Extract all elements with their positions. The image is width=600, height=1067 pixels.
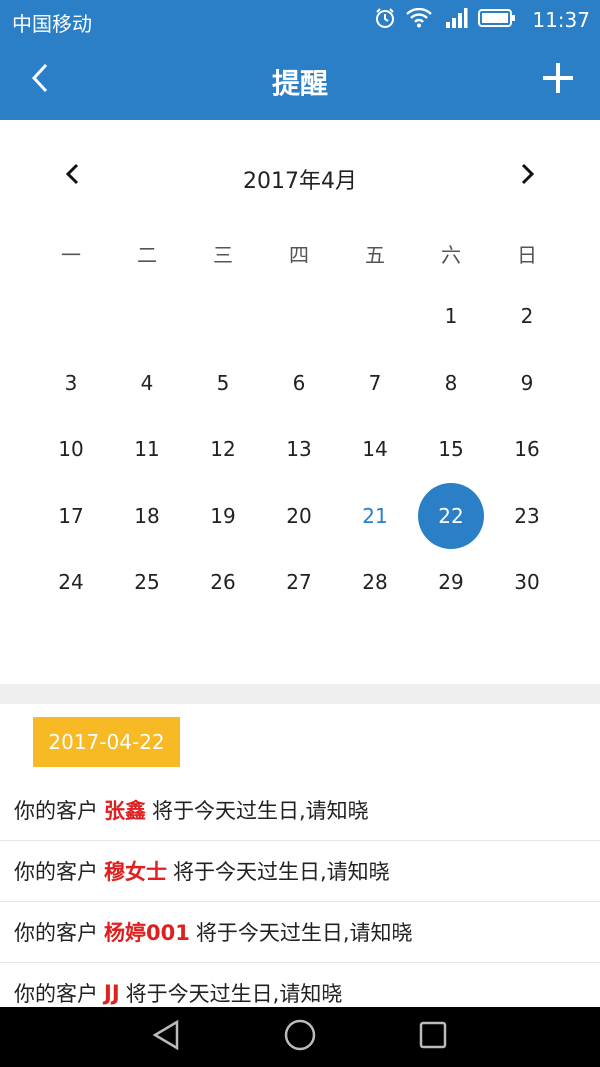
- calendar-day[interactable]: 11: [109, 416, 185, 483]
- calendar-day[interactable]: 2: [489, 283, 565, 350]
- weekday-label: 二: [137, 243, 157, 267]
- reminder-suffix: 将于今天过生日,请知晓: [195, 921, 413, 945]
- calendar-day[interactable]: 10: [33, 416, 109, 483]
- month-label: 2017年4月: [243, 169, 357, 194]
- status-icons: 11:37: [374, 7, 590, 33]
- date-badge: 2017-04-22: [33, 717, 180, 767]
- page-title: 提醒: [271, 67, 328, 100]
- calendar-header: 2017年4月: [0, 120, 600, 232]
- calendar-day[interactable]: 5: [185, 350, 261, 417]
- calendar-grid: 1 2 3 4 5 6 7 8 9 10 11 12 13 14 15 16 1…: [33, 283, 565, 616]
- battery-icon: [478, 8, 516, 32]
- reminder-item[interactable]: 你的客户 穆女士 将于今天过生日,请知晓: [0, 841, 600, 902]
- calendar-day-empty: [261, 283, 337, 350]
- chevron-right-icon: [521, 163, 535, 189]
- calendar-day[interactable]: 27: [261, 549, 337, 616]
- calendar-day[interactable]: 16: [489, 416, 565, 483]
- calendar-day-today[interactable]: 21: [337, 483, 413, 550]
- calendar-day[interactable]: 19: [185, 483, 261, 550]
- reminder-prefix: 你的客户: [14, 982, 98, 1006]
- calendar-day[interactable]: 8: [413, 350, 489, 417]
- reminder-prefix: 你的客户: [14, 860, 98, 884]
- wifi-icon: [406, 7, 433, 32]
- calendar-day[interactable]: 13: [261, 416, 337, 483]
- weekday-label: 五: [365, 243, 385, 267]
- calendar-day[interactable]: 7: [337, 350, 413, 417]
- calendar-day[interactable]: 24: [33, 549, 109, 616]
- reminder-suffix: 将于今天过生日,请知晓: [173, 860, 390, 884]
- reminder-suffix: 将于今天过生日,请知晓: [125, 982, 343, 1006]
- calendar-day-empty: [337, 283, 413, 350]
- add-button[interactable]: [534, 60, 582, 100]
- reminder-prefix: 你的客户: [14, 799, 98, 823]
- customer-name: 杨婷001: [104, 921, 190, 945]
- calendar: 2017年4月 一 二 三 四 五 六 日 1 2 3 4 5 6 7 8 9 …: [0, 120, 600, 684]
- triangle-back-icon: [151, 1019, 181, 1055]
- weekday-label: 日: [517, 243, 537, 267]
- nav-recents-button[interactable]: [413, 1019, 453, 1055]
- calendar-day[interactable]: 29: [413, 549, 489, 616]
- calendar-day-empty: [33, 283, 109, 350]
- calendar-week: 17 18 19 20 21 22 23: [33, 482, 565, 550]
- calendar-day[interactable]: 15: [413, 416, 489, 483]
- signal-icon: [442, 7, 468, 33]
- app-bar: 提醒: [0, 40, 600, 120]
- calendar-day[interactable]: 26: [185, 549, 261, 616]
- alarm-icon: [374, 7, 396, 33]
- calendar-day-selected[interactable]: 22: [413, 482, 489, 550]
- system-nav-bar: [0, 1007, 600, 1067]
- calendar-day[interactable]: 28: [337, 549, 413, 616]
- calendar-day[interactable]: 12: [185, 416, 261, 483]
- calendar-day[interactable]: 3: [33, 350, 109, 417]
- reminder-list: 你的客户 张鑫 将于今天过生日,请知晓 你的客户 穆女士 将于今天过生日,请知晓…: [0, 780, 600, 1024]
- reminder-prefix: 你的客户: [14, 921, 98, 945]
- calendar-day[interactable]: 9: [489, 350, 565, 417]
- weekday-label: 四: [289, 243, 309, 267]
- status-bar: 中国移动 11:37: [0, 0, 600, 40]
- calendar-day[interactable]: 23: [489, 483, 565, 550]
- calendar-day[interactable]: 25: [109, 549, 185, 616]
- calendar-day[interactable]: 30: [489, 549, 565, 616]
- customer-name: 张鑫: [104, 799, 146, 823]
- calendar-week: 24 25 26 27 28 29 30: [33, 549, 565, 616]
- add-icon: [541, 61, 575, 99]
- calendar-day[interactable]: 18: [109, 483, 185, 550]
- calendar-week: 3 4 5 6 7 8 9: [33, 350, 565, 417]
- calendar-day[interactable]: 6: [261, 350, 337, 417]
- calendar-week: 10 11 12 13 14 15 16: [33, 416, 565, 483]
- reminder-item[interactable]: 你的客户 杨婷001 将于今天过生日,请知晓: [0, 902, 600, 963]
- weekday-label: 一: [61, 243, 81, 267]
- weekday-label: 三: [213, 243, 233, 267]
- calendar-day[interactable]: 4: [109, 350, 185, 417]
- next-month-button[interactable]: [512, 158, 544, 194]
- calendar-day[interactable]: 17: [33, 483, 109, 550]
- calendar-day[interactable]: 20: [261, 483, 337, 550]
- customer-name: 穆女士: [104, 860, 167, 884]
- calendar-week: 1 2: [33, 283, 565, 350]
- calendar-day-empty: [109, 283, 185, 350]
- carrier-label: 中国移动: [12, 12, 92, 36]
- circle-home-icon: [283, 1018, 317, 1056]
- calendar-day-empty: [185, 283, 261, 350]
- calendar-day[interactable]: 1: [413, 283, 489, 350]
- nav-home-button[interactable]: [280, 1019, 320, 1055]
- clock: 11:37: [532, 8, 590, 32]
- square-recents-icon: [418, 1020, 448, 1054]
- calendar-day[interactable]: 14: [337, 416, 413, 483]
- section-divider: [0, 684, 600, 704]
- weekday-row: 一 二 三 四 五 六 日: [33, 239, 565, 269]
- reminder-suffix: 将于今天过生日,请知晓: [152, 799, 369, 823]
- weekday-label: 六: [441, 243, 461, 267]
- customer-name: JJ: [104, 981, 120, 1005]
- reminder-item[interactable]: 你的客户 张鑫 将于今天过生日,请知晓: [0, 780, 600, 841]
- nav-back-button[interactable]: [146, 1019, 186, 1055]
